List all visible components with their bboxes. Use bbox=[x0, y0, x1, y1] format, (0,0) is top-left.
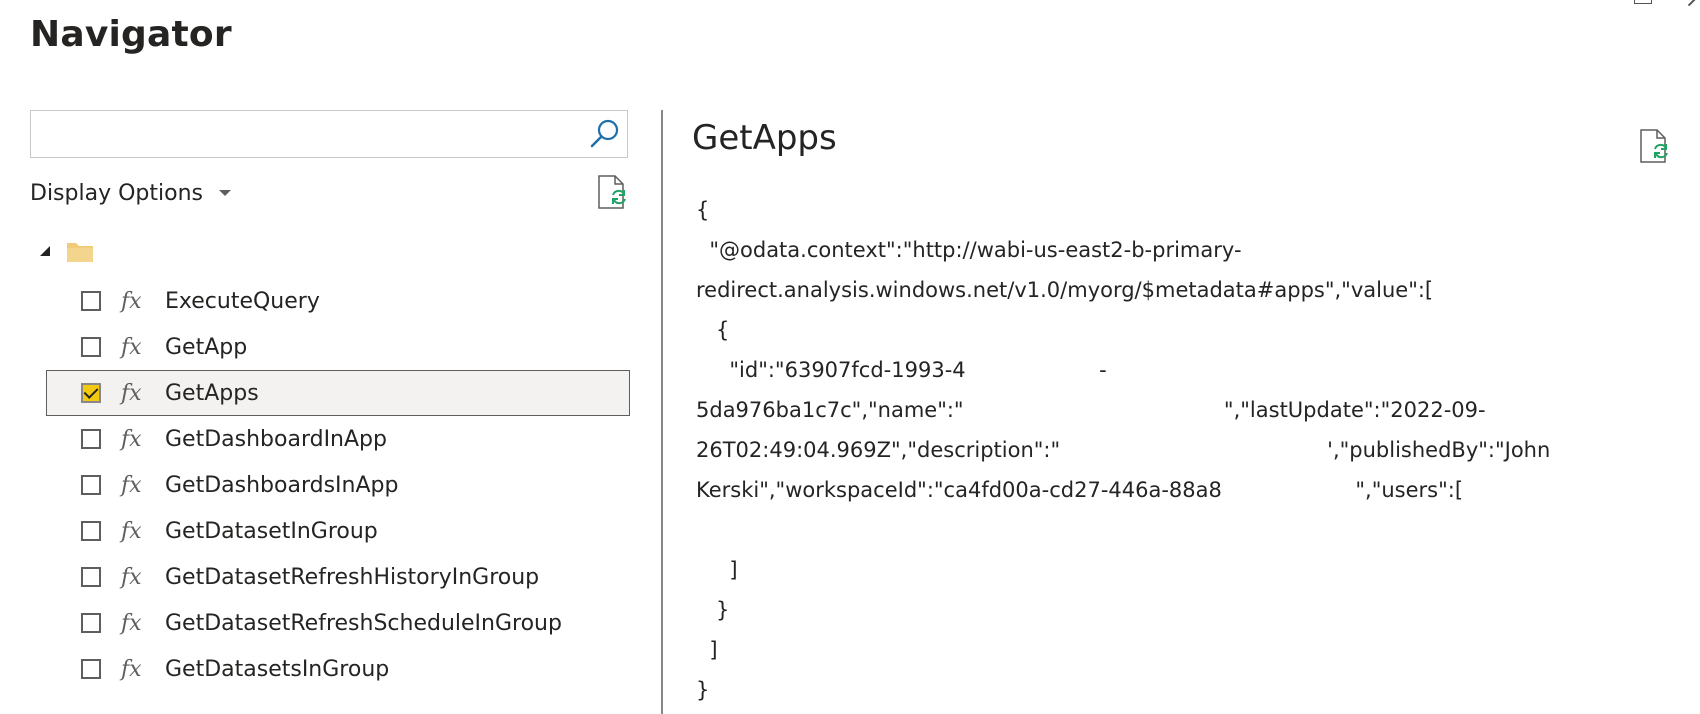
tree-item-selected[interactable]: fx GetApps bbox=[46, 370, 630, 416]
folder-icon bbox=[67, 243, 93, 262]
tree-item[interactable]: fx GetDatasetRefreshScheduleInGroup bbox=[46, 600, 630, 646]
checkbox-checked[interactable] bbox=[81, 383, 101, 403]
tree-item-label: GetDatasetRefreshScheduleInGroup bbox=[165, 610, 562, 636]
close-icon[interactable] bbox=[1688, 0, 1700, 8]
pane-divider[interactable] bbox=[661, 110, 663, 714]
refresh-icon[interactable] bbox=[596, 174, 628, 210]
checkbox[interactable] bbox=[81, 659, 101, 679]
checkbox[interactable] bbox=[81, 475, 101, 495]
display-options-label: Display Options bbox=[30, 180, 203, 206]
json-line bbox=[696, 510, 1646, 550]
checkbox[interactable] bbox=[81, 613, 101, 633]
tree-item[interactable]: fx GetDatasetsInGroup bbox=[46, 646, 630, 692]
refresh-preview-icon[interactable] bbox=[1638, 128, 1670, 164]
function-icon: fx bbox=[121, 426, 142, 452]
json-line: "id":"63907fcd-1993-4 - bbox=[696, 358, 1107, 382]
tree-item-label: GetDatasetInGroup bbox=[165, 518, 378, 544]
json-preview: { "@odata.context":"http://wabi-us-east2… bbox=[696, 190, 1646, 710]
json-line: 5da976ba1c7c","name":" ","lastUpdate":"2… bbox=[696, 398, 1486, 422]
json-line: } bbox=[696, 678, 710, 702]
function-icon: fx bbox=[121, 656, 142, 682]
tree-item-label: GetApp bbox=[165, 334, 248, 360]
search-icon[interactable] bbox=[589, 118, 621, 150]
json-line: redirect.analysis.windows.net/v1.0/myorg… bbox=[696, 278, 1434, 302]
chevron-down-icon bbox=[218, 190, 231, 196]
checkbox[interactable] bbox=[81, 429, 101, 449]
navigator-tree: fx ExecuteQuery fx GetApp fx GetApps fx GetD… bbox=[46, 278, 630, 692]
tree-item[interactable]: fx GetDashboardInApp bbox=[46, 416, 630, 462]
checkbox[interactable] bbox=[81, 291, 101, 311]
collapse-triangle-icon[interactable] bbox=[40, 246, 50, 256]
function-icon: fx bbox=[121, 334, 142, 360]
maximize-icon[interactable] bbox=[1634, 0, 1652, 4]
json-line: "@odata.context":"http://wabi-us-east2-b… bbox=[696, 238, 1242, 262]
search-box[interactable] bbox=[30, 110, 628, 158]
tree-item-label: GetDashboardsInApp bbox=[165, 472, 399, 498]
tree-item-label: GetDashboardInApp bbox=[165, 426, 387, 452]
tree-item[interactable]: fx GetDashboardsInApp bbox=[46, 462, 630, 508]
tree-item-label: ExecuteQuery bbox=[165, 288, 320, 314]
tree-item-label: GetDatasetRefreshHistoryInGroup bbox=[165, 564, 540, 590]
tree-item[interactable]: fx GetApp bbox=[46, 324, 630, 370]
function-icon: fx bbox=[121, 518, 142, 544]
function-icon: fx bbox=[121, 380, 142, 406]
tree-item-label: GetApps bbox=[165, 380, 259, 406]
tree-item[interactable]: fx GetDatasetRefreshHistoryInGroup bbox=[46, 554, 630, 600]
checkbox[interactable] bbox=[81, 337, 101, 357]
json-line: } bbox=[696, 598, 730, 622]
json-line: 26T02:49:04.969Z","description":" ',"pub… bbox=[696, 438, 1551, 462]
search-input[interactable] bbox=[31, 111, 581, 157]
json-line: { bbox=[696, 318, 730, 342]
preview-title: GetApps bbox=[692, 118, 837, 158]
function-icon: fx bbox=[121, 472, 142, 498]
json-line: Kerski","workspaceId":"ca4fd00a-cd27-446… bbox=[696, 478, 1464, 502]
checkbox[interactable] bbox=[81, 521, 101, 541]
json-line: ] bbox=[696, 558, 738, 582]
page-title: Navigator bbox=[30, 14, 232, 55]
json-line: ] bbox=[696, 638, 718, 662]
checkbox[interactable] bbox=[81, 567, 101, 587]
tree-item[interactable]: fx GetDatasetInGroup bbox=[46, 508, 630, 554]
function-icon: fx bbox=[121, 610, 142, 636]
tree-item[interactable]: fx ExecuteQuery bbox=[46, 278, 630, 324]
tree-item-label: GetDatasetsInGroup bbox=[165, 656, 390, 682]
function-icon: fx bbox=[121, 288, 142, 314]
display-options-dropdown[interactable]: Display Options bbox=[30, 178, 231, 208]
function-icon: fx bbox=[121, 564, 142, 590]
json-line: { bbox=[696, 198, 710, 222]
tree-root-node[interactable] bbox=[40, 236, 94, 266]
